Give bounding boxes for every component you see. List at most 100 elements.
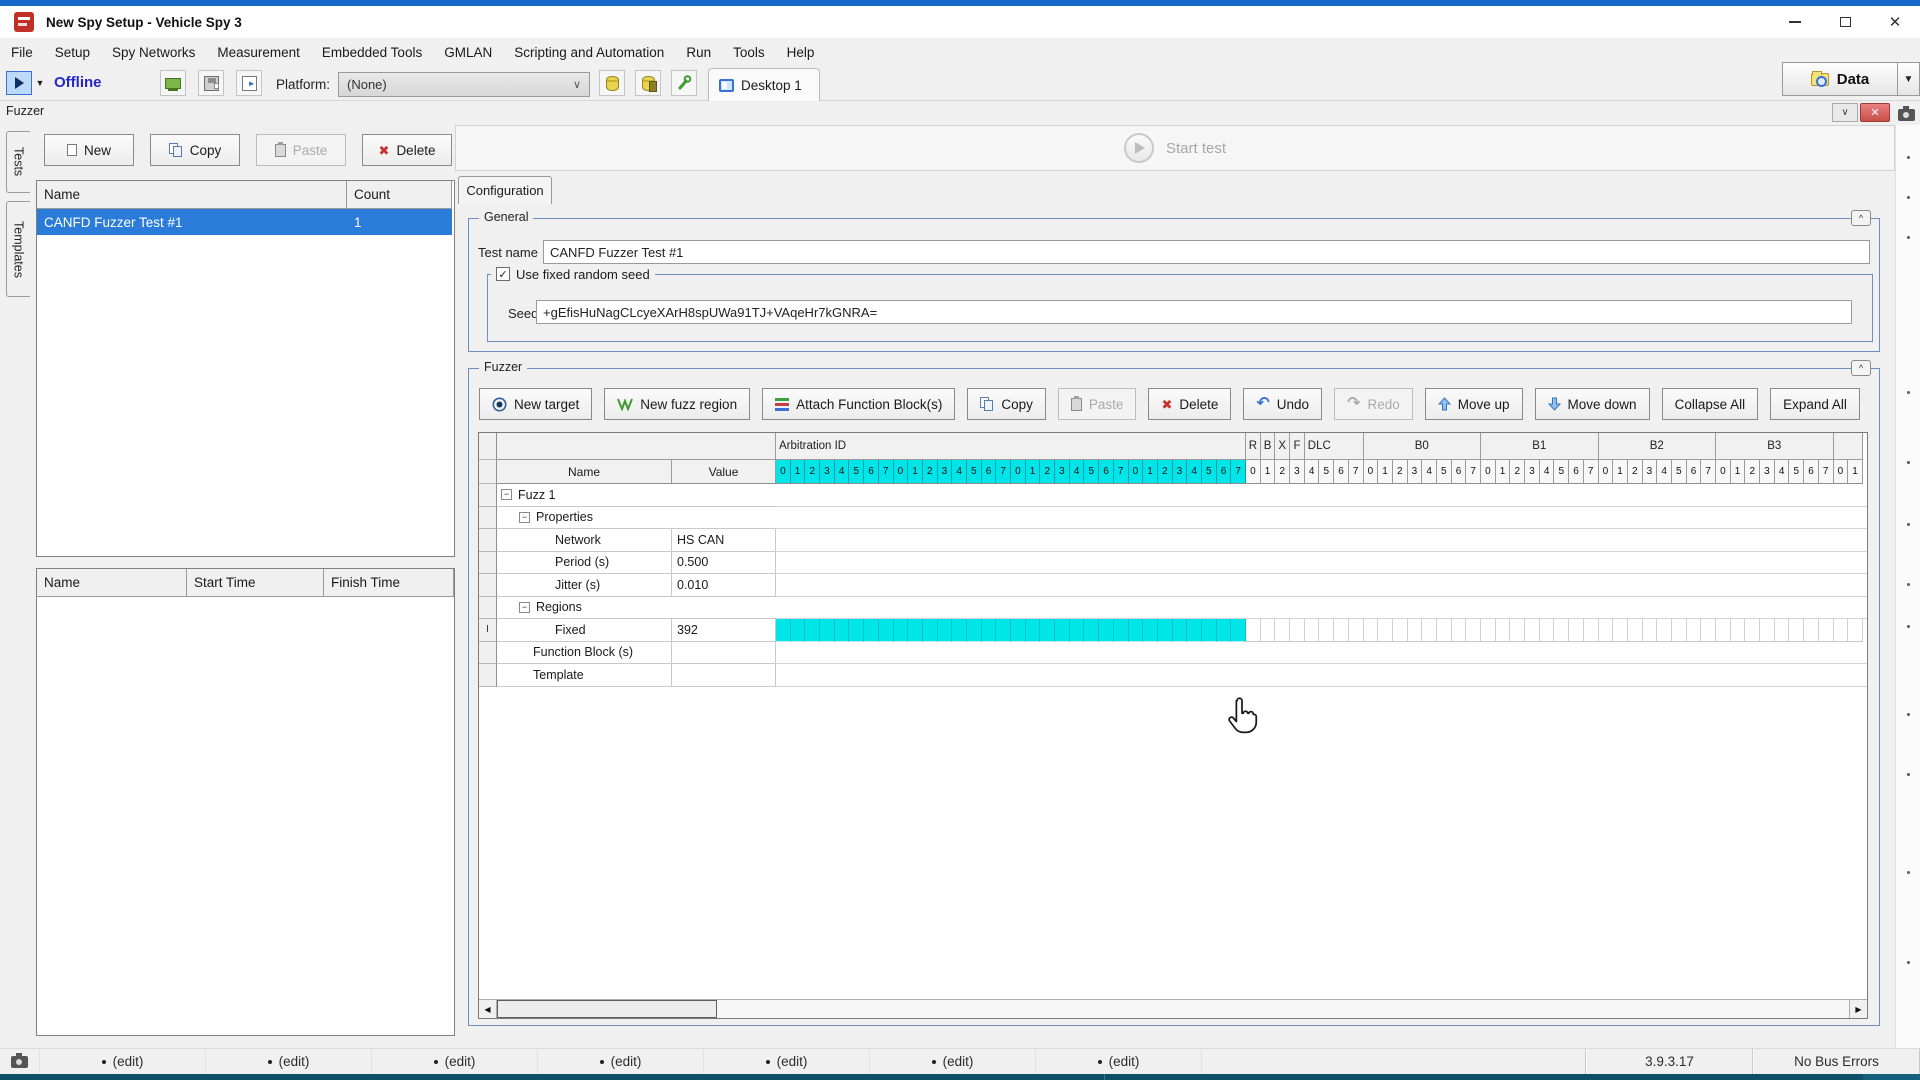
fuzzer-expand-all-button[interactable]: Expand All	[1770, 388, 1860, 420]
empty-bit-cell[interactable]	[1290, 619, 1305, 642]
scroll-left-button[interactable]: ◀	[479, 1000, 497, 1018]
tests-new-button[interactable]: New	[44, 134, 134, 166]
fuzz-bit-cell[interactable]	[1099, 619, 1114, 642]
menu-item-help[interactable]: Help	[776, 38, 826, 66]
empty-bit-cell[interactable]	[1657, 619, 1672, 642]
fuzz-bit-cell[interactable]	[967, 619, 982, 642]
tab-templates[interactable]: Templates	[6, 201, 30, 297]
scrollbar-thumb[interactable]	[497, 1000, 717, 1018]
fuzzer-undo-button[interactable]: ↶Undo	[1243, 388, 1322, 420]
fuzz-bit-cell[interactable]	[1173, 619, 1188, 642]
tests-copy-button[interactable]: Copy	[150, 134, 240, 166]
empty-bit-cell[interactable]	[1466, 619, 1481, 642]
tests-delete-button[interactable]: ✖Delete	[362, 134, 452, 166]
empty-bit-cell[interactable]	[1643, 619, 1658, 642]
empty-bit-cell[interactable]	[1496, 619, 1511, 642]
database-button[interactable]	[599, 70, 625, 96]
empty-bit-cell[interactable]	[1848, 619, 1863, 642]
empty-bit-cell[interactable]	[1525, 619, 1540, 642]
empty-bit-cell[interactable]	[1349, 619, 1364, 642]
fuzz-bit-cell[interactable]	[1055, 619, 1070, 642]
empty-bit-cell[interactable]	[1554, 619, 1569, 642]
empty-bit-cell[interactable]	[1452, 619, 1467, 642]
empty-bit-cell[interactable]	[1569, 619, 1584, 642]
empty-bit-cell[interactable]	[1701, 619, 1716, 642]
tab-tests[interactable]: Tests	[6, 131, 30, 193]
status-edit-segment-4[interactable]: (edit)	[538, 1049, 704, 1074]
column-header-finish-time[interactable]: Finish Time	[324, 569, 454, 597]
fuzz-bit-cell[interactable]	[805, 619, 820, 642]
empty-bit-cell[interactable]	[1584, 619, 1599, 642]
empty-bit-cell[interactable]	[1716, 619, 1731, 642]
horizontal-scrollbar[interactable]: ◀▶	[479, 999, 1867, 1018]
fuzz-bit-cell[interactable]	[1143, 619, 1158, 642]
grid-row-fuzz-1[interactable]: −Fuzz 1	[479, 484, 1867, 507]
empty-bit-cell[interactable]	[1804, 619, 1819, 642]
fuzz-bit-cell[interactable]	[1070, 619, 1085, 642]
fuzzer-new-target-button[interactable]: New target	[479, 388, 592, 420]
fuzz-bit-cell[interactable]	[1187, 619, 1202, 642]
column-header-count[interactable]: Count	[347, 181, 452, 209]
fuzzer-new-fuzz-region-button[interactable]: New fuzz region	[604, 388, 750, 420]
grid-row-fixed[interactable]: IFixed392	[479, 619, 1867, 642]
row-gutter[interactable]: I	[479, 619, 497, 642]
data-dropdown[interactable]: ▼	[1898, 62, 1920, 96]
grid-row-period-s[interactable]: Period (s)0.500	[479, 552, 1867, 575]
fuzz-bit-cell[interactable]	[879, 619, 894, 642]
menu-item-embedded-tools[interactable]: Embedded Tools	[311, 38, 433, 66]
fuzz-bit-cell[interactable]	[1129, 619, 1144, 642]
snapshot-icon[interactable]	[1898, 109, 1915, 121]
fuzz-bit-cell[interactable]	[849, 619, 864, 642]
collapse-toggle-icon[interactable]: −	[519, 512, 530, 523]
fuzz-bit-cell[interactable]	[894, 619, 909, 642]
row-gutter[interactable]	[479, 574, 497, 597]
fuzz-bit-cell[interactable]	[864, 619, 879, 642]
collapse-toggle-icon[interactable]: −	[501, 489, 512, 500]
column-header-start-time[interactable]: Start Time	[187, 569, 324, 597]
fuzz-bit-cell[interactable]	[835, 619, 850, 642]
grid-row-regions[interactable]: −Regions	[479, 597, 1867, 620]
tab-desktop-1[interactable]: Desktop 1	[708, 68, 820, 101]
logon-button[interactable]	[236, 70, 262, 96]
empty-bit-cell[interactable]	[1334, 619, 1349, 642]
menu-item-gmlan[interactable]: GMLAN	[433, 38, 503, 66]
empty-bit-cell[interactable]	[1775, 619, 1790, 642]
status-edit-segment-6[interactable]: (edit)	[870, 1049, 1036, 1074]
table-row[interactable]: CANFD Fuzzer Test #11	[37, 209, 454, 235]
menu-item-spy-networks[interactable]: Spy Networks	[101, 38, 206, 66]
empty-bit-cell[interactable]	[1437, 619, 1452, 642]
empty-bit-cell[interactable]	[1540, 619, 1555, 642]
empty-bit-cell[interactable]	[1731, 619, 1746, 642]
empty-bit-cell[interactable]	[1599, 619, 1614, 642]
empty-bit-cell[interactable]	[1672, 619, 1687, 642]
status-edit-segment-5[interactable]: (edit)	[704, 1049, 870, 1074]
data-button[interactable]: Data	[1782, 62, 1898, 96]
fuzz-bit-cell[interactable]	[1202, 619, 1217, 642]
minimize-button[interactable]	[1770, 6, 1820, 38]
fuzzer-delete-button[interactable]: ✖Delete	[1148, 388, 1231, 420]
row-gutter[interactable]	[479, 597, 497, 620]
collapse-toggle-icon[interactable]: −	[519, 602, 530, 613]
database-device-button[interactable]	[635, 70, 661, 96]
scroll-right-button[interactable]: ▶	[1849, 1000, 1867, 1018]
save-button[interactable]	[198, 70, 224, 96]
fuzz-bit-cell[interactable]	[952, 619, 967, 642]
fuzz-bit-cell[interactable]	[1026, 619, 1041, 642]
column-header-name[interactable]: Name	[37, 181, 347, 209]
empty-bit-cell[interactable]	[1275, 619, 1290, 642]
fuzzer-copy-button[interactable]: Copy	[967, 388, 1046, 420]
grid-row-template[interactable]: Template	[479, 664, 1867, 687]
fuzz-bit-cell[interactable]	[1084, 619, 1099, 642]
status-edit-segment-3[interactable]: (edit)	[372, 1049, 538, 1074]
grid-row-network[interactable]: NetworkHS CAN	[479, 529, 1867, 552]
status-edit-segment-7[interactable]: (edit)	[1036, 1049, 1202, 1074]
setup-tools-button[interactable]	[671, 70, 697, 96]
fuzzer-collapse-button[interactable]: ^	[1851, 360, 1871, 376]
empty-bit-cell[interactable]	[1364, 619, 1379, 642]
fuzz-bit-cell[interactable]	[923, 619, 938, 642]
test-name-input[interactable]	[543, 240, 1870, 264]
menu-item-tools[interactable]: Tools	[722, 38, 776, 66]
hardware-button[interactable]	[160, 70, 186, 96]
fuzz-bit-cell[interactable]	[776, 619, 791, 642]
menu-item-file[interactable]: File	[0, 38, 44, 66]
